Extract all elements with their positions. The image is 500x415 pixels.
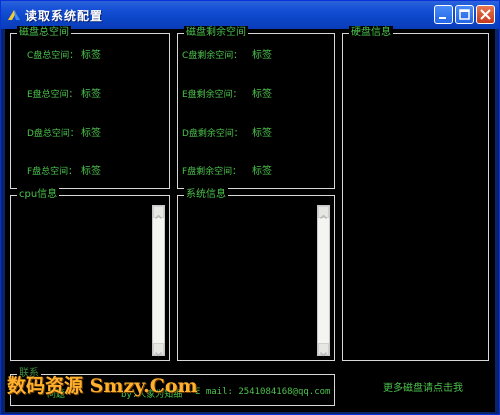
chevron-down-icon <box>320 352 327 357</box>
e-free-label: E盘剩余空间： <box>182 90 242 100</box>
minimize-button[interactable] <box>434 5 453 24</box>
system-info-title: 系统信息 <box>184 188 228 202</box>
disk-total-title: 磁盘总空间 <box>17 26 71 40</box>
maximize-button[interactable] <box>455 5 474 24</box>
app-icon <box>8 10 20 20</box>
hdd-info-title: 硬盘信息 <box>349 26 393 40</box>
client-area: 磁盘总空间 C盘总空间： 标签 E盘总空间： 标签 D盘总空间： 标签 F盘总空… <box>5 26 495 412</box>
e-total-value: 标签 <box>81 89 101 100</box>
chevron-up-icon <box>320 214 327 219</box>
f-free-value: 标签 <box>252 166 272 177</box>
e-total-label: E盘总空间： <box>27 90 78 100</box>
maximize-icon <box>459 9 470 20</box>
c-free-label: C盘剩余空间： <box>182 51 243 61</box>
c-total-label: C盘总空间： <box>27 51 79 61</box>
c-total-value: 标签 <box>81 50 101 61</box>
minimize-icon <box>439 17 446 19</box>
f-total-label: F盘总空间： <box>27 167 78 177</box>
scroll-down-button[interactable] <box>153 343 164 357</box>
email-text: E mail: 2541084168@qq.com <box>195 387 331 397</box>
cpu-info-title: cpu信息 <box>17 188 60 202</box>
system-info-scrollbar[interactable] <box>317 205 330 357</box>
close-button[interactable] <box>476 5 495 24</box>
window-title: 读取系统配置 <box>25 9 104 23</box>
close-icon <box>480 9 491 20</box>
d-free-value: 标签 <box>252 128 272 139</box>
hdd-info-group: 硬盘信息 <box>342 26 489 361</box>
disk-free-title: 磁盘剩余空间 <box>184 26 248 40</box>
chevron-up-icon <box>155 214 162 219</box>
f-total-value: 标签 <box>81 166 101 177</box>
f-free-label: F盘剩余空间： <box>182 167 242 177</box>
scroll-up-button[interactable] <box>153 206 164 219</box>
title-bar[interactable]: 读取系统配置 <box>1 1 499 29</box>
system-info-group: 系统信息 <box>177 188 335 361</box>
disk-free-group: 磁盘剩余空间 C盘剩余空间： 标签 E盘剩余空间： 标签 D盘剩余空间： 标签 … <box>177 26 335 189</box>
disk-total-group: 磁盘总空间 C盘总空间： 标签 E盘总空间： 标签 D盘总空间： 标签 F盘总空… <box>10 26 170 189</box>
d-free-label: D盘剩余空间： <box>182 129 243 139</box>
scroll-up-button[interactable] <box>318 206 329 219</box>
more-disks-link[interactable]: 更多磁盘请点击我 <box>383 379 463 394</box>
chevron-down-icon <box>155 352 162 357</box>
e-free-value: 标签 <box>252 89 272 100</box>
app-window: 读取系统配置 磁盘总空间 C盘总空间： 标签 E盘总空间： 标签 D盘总空间： … <box>0 0 500 415</box>
cpu-info-group: cpu信息 <box>10 188 170 361</box>
c-free-value: 标签 <box>252 50 272 61</box>
scroll-down-button[interactable] <box>318 343 329 357</box>
d-total-label: D盘总空间： <box>27 129 79 139</box>
cpu-info-scrollbar[interactable] <box>152 205 165 357</box>
watermark-logo: 数码资源 Smzy.Com <box>7 375 198 397</box>
d-total-value: 标签 <box>81 128 101 139</box>
